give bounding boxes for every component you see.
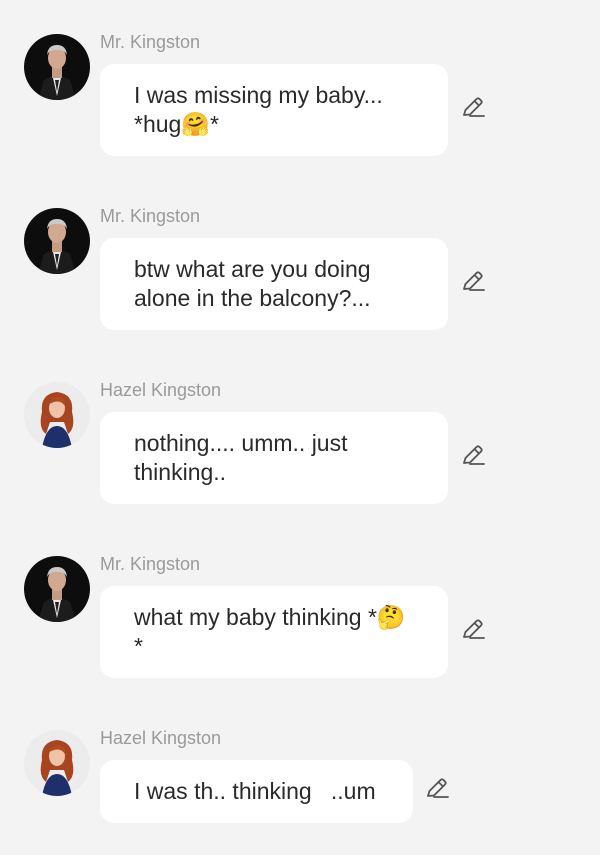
- sender-name: Mr. Kingston: [100, 32, 201, 52]
- woman-avatar-icon: [24, 382, 90, 448]
- message-bubble: what my baby thinking *🤔*: [100, 586, 448, 678]
- sender-name: Mr. Kingston: [100, 554, 201, 574]
- pencil-edit-icon: [463, 445, 485, 465]
- message-bubble: I was th.. thinking ..um: [100, 760, 413, 823]
- avatar-hazel-kingston[interactable]: [24, 382, 90, 448]
- woman-avatar-icon: [24, 730, 90, 796]
- message-text: nothing.... umm.. just thinking..: [134, 430, 354, 485]
- message-bubble: nothing.... umm.. just thinking..: [100, 412, 448, 504]
- avatar-mr-kingston[interactable]: [24, 556, 90, 622]
- edit-message-button[interactable]: [460, 268, 488, 296]
- pencil-edit-icon: [463, 271, 485, 291]
- avatar-mr-kingston[interactable]: [24, 208, 90, 274]
- pencil-edit-icon: [463, 619, 485, 639]
- man-avatar-icon: [24, 556, 90, 622]
- message-text: I was missing my baby... *hug🤗*: [134, 82, 390, 137]
- sender-name: Mr. Kingston: [100, 206, 201, 226]
- edit-message-button[interactable]: [460, 94, 488, 122]
- message-bubble: btw what are you doing alone in the balc…: [100, 238, 448, 330]
- chat-thread: Mr. Kingston I was missing my baby... *h…: [0, 0, 600, 855]
- message-text: I was th.. thinking ..um: [134, 778, 376, 804]
- sender-name: Hazel Kingston: [100, 728, 222, 748]
- message-text: what my baby thinking *🤔*: [134, 604, 406, 659]
- pencil-edit-icon: [463, 97, 485, 117]
- message-bubble: I was missing my baby... *hug🤗*: [100, 64, 448, 156]
- avatar-hazel-kingston[interactable]: [24, 730, 90, 796]
- edit-message-button[interactable]: [424, 775, 452, 803]
- avatar-mr-kingston[interactable]: [24, 34, 90, 100]
- man-avatar-icon: [24, 34, 90, 100]
- edit-message-button[interactable]: [460, 616, 488, 644]
- sender-name: Hazel Kingston: [100, 380, 222, 400]
- edit-message-button[interactable]: [460, 442, 488, 470]
- message-text: btw what are you doing alone in the balc…: [134, 256, 377, 311]
- pencil-edit-icon: [427, 778, 449, 798]
- man-avatar-icon: [24, 208, 90, 274]
